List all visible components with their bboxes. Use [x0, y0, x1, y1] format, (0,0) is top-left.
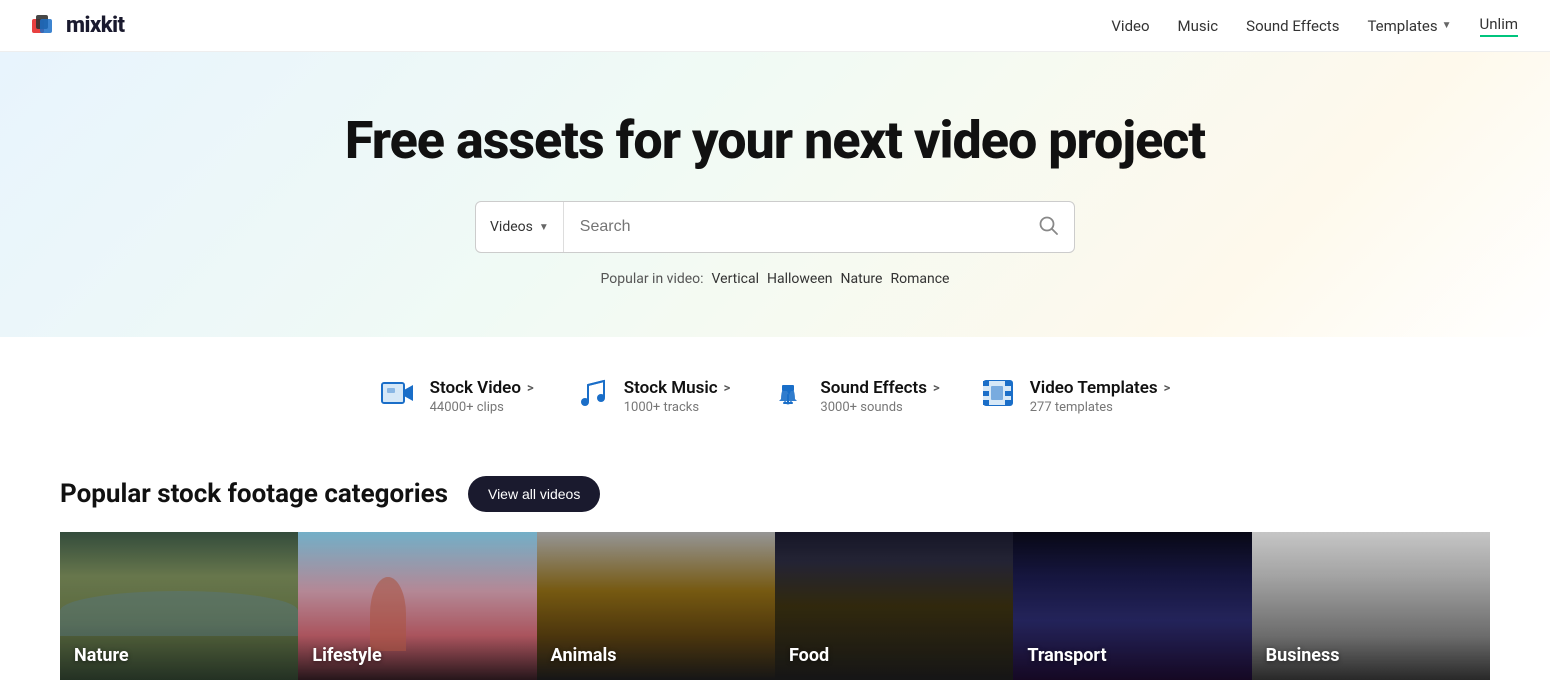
video-templates-icon: [980, 379, 1016, 414]
thumb-transport[interactable]: Transport: [1013, 532, 1251, 680]
sound-effects-title: Sound Effects >: [820, 378, 939, 398]
thumb-nature[interactable]: Nature: [60, 532, 298, 680]
tag-romance[interactable]: Romance: [890, 271, 949, 287]
category-sound-effects[interactable]: Sound Effects > 3000+ sounds: [770, 377, 939, 416]
search-icon[interactable]: [1022, 215, 1074, 240]
search-container: Videos ▼: [20, 201, 1530, 253]
popular-section: Popular stock footage categories View al…: [0, 446, 1550, 680]
search-input[interactable]: [564, 218, 1022, 236]
video-templates-title: Video Templates >: [1030, 378, 1171, 398]
popular-prefix: Popular in video:: [601, 271, 704, 287]
thumb-business-label: Business: [1266, 645, 1340, 666]
nav-templates[interactable]: Templates ▼: [1367, 17, 1451, 35]
stock-music-title: Stock Music >: [624, 378, 731, 398]
popular-title: Popular stock footage categories: [60, 479, 448, 509]
main-nav: Video Music Sound Effects Templates ▼ Un…: [1111, 15, 1518, 37]
nav-video[interactable]: Video: [1111, 17, 1149, 35]
thumb-nature-label: Nature: [74, 645, 129, 666]
thumb-food-label: Food: [789, 645, 829, 666]
stock-music-subtitle: 1000+ tracks: [624, 400, 731, 415]
search-bar: Videos ▼: [475, 201, 1075, 253]
tag-halloween[interactable]: Halloween: [767, 271, 833, 287]
category-stock-music[interactable]: Stock Music > 1000+ tracks: [574, 377, 731, 416]
thumb-lifestyle[interactable]: Lifestyle: [298, 532, 536, 680]
nav-music[interactable]: Music: [1178, 17, 1219, 35]
sound-effects-icon: [770, 377, 806, 416]
category-stock-video[interactable]: Stock Video > 44000+ clips: [380, 377, 534, 416]
search-dropdown-arrow: ▼: [539, 222, 549, 233]
asset-categories: Stock Video > 44000+ clips Stock Music >…: [0, 337, 1550, 446]
logo[interactable]: mixkit: [32, 13, 125, 38]
view-all-videos-button[interactable]: View all videos: [468, 476, 600, 512]
nav-sound-effects[interactable]: Sound Effects: [1246, 17, 1339, 35]
thumb-transport-label: Transport: [1027, 645, 1106, 666]
thumb-business[interactable]: Business: [1252, 532, 1490, 680]
logo-icon: [32, 15, 60, 37]
search-type-dropdown[interactable]: Videos ▼: [476, 202, 564, 252]
thumb-food[interactable]: Food: [775, 532, 1013, 680]
header: mixkit Video Music Sound Effects Templat…: [0, 0, 1550, 52]
thumb-lifestyle-label: Lifestyle: [312, 645, 381, 666]
tag-vertical[interactable]: Vertical: [712, 271, 759, 287]
stock-video-title: Stock Video >: [430, 378, 534, 398]
stock-video-icon: [380, 379, 416, 414]
tag-nature[interactable]: Nature: [841, 271, 883, 287]
templates-dropdown-arrow: ▼: [1442, 20, 1452, 31]
stock-music-icon: [574, 377, 610, 416]
search-type-label: Videos: [490, 219, 533, 235]
logo-text: mixkit: [66, 13, 125, 38]
sound-effects-subtitle: 3000+ sounds: [820, 400, 939, 415]
thumb-animals-label: Animals: [551, 645, 617, 666]
stock-video-subtitle: 44000+ clips: [430, 400, 534, 415]
hero-title: Free assets for your next video project: [20, 112, 1530, 169]
popular-tags: Popular in video: Vertical Halloween Nat…: [20, 271, 1530, 287]
thumb-animals[interactable]: Animals: [537, 532, 775, 680]
hero-section: Free assets for your next video project …: [0, 52, 1550, 337]
category-video-templates[interactable]: Video Templates > 277 templates: [980, 377, 1171, 416]
video-templates-subtitle: 277 templates: [1030, 400, 1171, 415]
nav-unlim[interactable]: Unlim: [1480, 15, 1518, 37]
thumbnails-grid: Nature Lifestyle Animals Food Transport: [60, 532, 1490, 680]
popular-header: Popular stock footage categories View al…: [60, 476, 1490, 512]
